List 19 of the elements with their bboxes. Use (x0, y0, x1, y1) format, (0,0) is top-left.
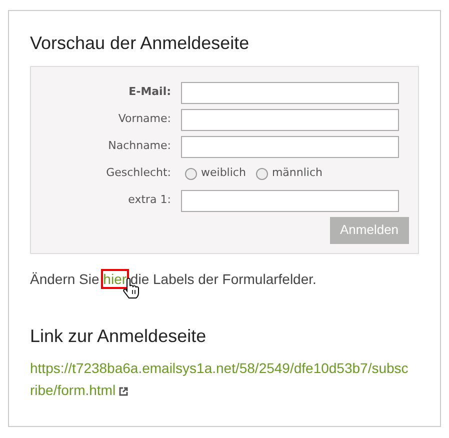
field-label: Geschlecht: (105, 165, 172, 182)
field-label: extra 1: (127, 192, 172, 208)
edit-link[interactable]: hier (103, 270, 127, 287)
section-title: Link zur Anmeldeseite (30, 326, 208, 348)
field-label: Vorname: (117, 111, 172, 128)
external-link-icon (119, 386, 128, 396)
radio-label: männlich (272, 165, 322, 182)
section-title: Vorschau der Anmeldeseite (30, 33, 250, 55)
radio-button[interactable] (185, 168, 197, 180)
radio-button[interactable] (256, 168, 268, 180)
input-field[interactable] (181, 108, 399, 131)
input-field[interactable] (181, 190, 399, 212)
signup-link[interactable]: https://t7238ba6a.emailsys1a.net/58/2549/dfe10d53b7/subsc ribe/form.html (30, 357, 419, 402)
hint-text: Ändern Sie hier die Labels der Formularfelder. (30, 268, 419, 290)
field-label: E-Mail: (128, 84, 172, 100)
input-field[interactable] (181, 136, 399, 158)
input-field[interactable] (181, 82, 399, 104)
radio-label: weiblich (201, 165, 246, 182)
field-label: Nachname: (107, 138, 172, 154)
